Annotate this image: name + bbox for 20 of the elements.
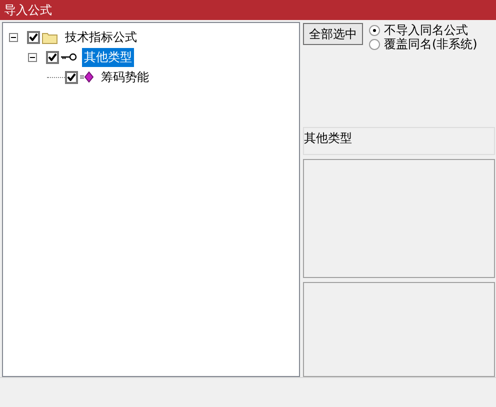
- window-title: 导入公式: [0, 0, 496, 20]
- tree-item[interactable]: 筹码势能: [99, 68, 151, 86]
- checkbox[interactable]: [65, 70, 78, 84]
- category-label: 其他类型: [303, 127, 495, 154]
- checkbox[interactable]: [27, 30, 40, 44]
- key-icon: [61, 53, 77, 61]
- select-all-button[interactable]: 全部选中: [303, 23, 363, 45]
- radio-icon[interactable]: [369, 38, 380, 50]
- radio-option[interactable]: 不导入同名公式: [369, 23, 478, 37]
- tree-item[interactable]: 技术指标公式: [63, 28, 139, 46]
- expand-toggle[interactable]: [9, 32, 18, 42]
- checkbox[interactable]: [46, 50, 59, 64]
- radio-label: 覆盖同名(非系统): [384, 36, 478, 52]
- radio-label: 不导入同名公式: [384, 22, 468, 38]
- expand-toggle[interactable]: [28, 52, 37, 62]
- tree-item[interactable]: 其他类型: [82, 48, 134, 66]
- radio-option[interactable]: 覆盖同名(非系统): [369, 37, 478, 51]
- diamond-icon: [80, 71, 94, 83]
- folder-icon: [42, 30, 58, 44]
- radio-icon[interactable]: [369, 24, 380, 36]
